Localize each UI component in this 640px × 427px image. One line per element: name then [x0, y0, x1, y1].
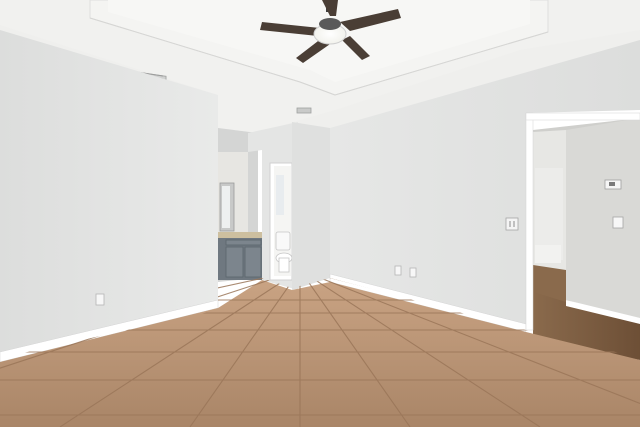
hallway-light-switch [612, 216, 624, 229]
room-photo [0, 0, 640, 427]
outlet-back-1 [394, 265, 402, 276]
hvac-vent-small [296, 107, 312, 114]
bathroom-doorway [269, 162, 293, 281]
corner-column [292, 122, 330, 290]
outlet-left [95, 293, 105, 306]
vanity-countertop [218, 232, 263, 238]
light-switch [505, 217, 519, 231]
outlet-back-2 [409, 267, 417, 278]
